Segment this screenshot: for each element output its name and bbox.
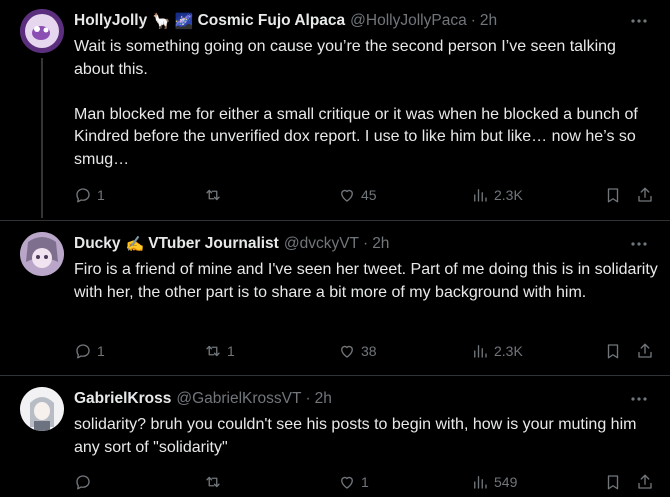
tweet-header: GabrielKross @GabrielKrossVT · 2h — [74, 389, 332, 409]
tweet-paragraph: Man blocked me for either a small critiq… — [74, 105, 638, 168]
retweet-icon — [206, 189, 220, 201]
more-icon[interactable] — [630, 235, 648, 253]
reply-button[interactable]: 1 — [74, 340, 105, 362]
avatar[interactable] — [20, 387, 64, 431]
tweet-paragraph-blank — [74, 81, 659, 104]
tweet-paragraph: solidarity? bruh you couldn't see his po… — [74, 416, 637, 456]
more-icon[interactable] — [630, 12, 648, 30]
like-icon — [341, 476, 353, 489]
reply-button[interactable]: 1 — [74, 184, 105, 206]
reply-count: 1 — [97, 343, 105, 359]
tweet[interactable]: GabrielKross @GabrielKrossVT · 2h solida… — [0, 375, 670, 497]
llama-emoji: 🦙 — [152, 13, 171, 30]
retweet-count: 1 — [227, 343, 235, 359]
share-icon — [638, 343, 652, 358]
view-count: 2.3K — [494, 187, 523, 203]
retweet-icon — [206, 476, 220, 488]
views-icon — [474, 476, 487, 489]
tweet-text: Firo is a friend of mine and I've seen h… — [74, 259, 659, 304]
like-count: 1 — [361, 474, 369, 490]
bookmark-icon — [607, 188, 619, 203]
separator-dot: · — [305, 390, 311, 407]
user-handle[interactable]: @HollyJollyPaca — [350, 12, 467, 30]
reply-icon — [76, 344, 90, 359]
thread-line — [41, 58, 43, 218]
like-icon — [341, 345, 353, 358]
user-handle[interactable]: @GabrielKrossVT — [176, 390, 301, 408]
action-bar: 1 1 38 2.3K — [74, 340, 654, 362]
retweet-button[interactable] — [204, 184, 227, 206]
timestamp[interactable]: 2h — [315, 390, 332, 408]
retweet-button[interactable]: 1 — [204, 340, 235, 362]
more-icon[interactable] — [630, 390, 648, 408]
view-count: 2.3K — [494, 343, 523, 359]
like-button[interactable]: 1 — [338, 471, 369, 493]
retweet-button[interactable] — [204, 471, 227, 493]
tweet[interactable]: Ducky ✍ VTuber Journalist @dvckyVT · 2h … — [0, 220, 670, 375]
timestamp[interactable]: 2h — [480, 12, 497, 30]
avatar[interactable] — [20, 232, 64, 276]
action-bar: 1 549 — [74, 471, 654, 493]
tweet-text: Wait is something going on cause you’re … — [74, 36, 659, 171]
bookmark-icon — [607, 475, 619, 490]
like-button[interactable]: 38 — [338, 340, 377, 362]
share-icon — [638, 187, 652, 202]
tweet-paragraph: Firo is a friend of mine and I've seen h… — [74, 261, 658, 301]
share-button[interactable] — [636, 340, 654, 362]
views-icon — [474, 345, 487, 358]
divider — [0, 220, 670, 221]
timestamp[interactable]: 2h — [372, 235, 389, 253]
tweet-paragraph: Wait is something going on cause you’re … — [74, 38, 616, 78]
avatar[interactable] — [20, 9, 64, 53]
divider — [0, 375, 670, 376]
bookmark-button[interactable] — [604, 340, 622, 362]
reply-button[interactable] — [74, 471, 97, 493]
writing-hand-emoji: ✍ — [125, 236, 145, 253]
view-count: 549 — [494, 474, 518, 490]
separator-dot: · — [363, 235, 369, 252]
views-button[interactable]: 549 — [471, 471, 517, 493]
reply-count: 1 — [97, 187, 105, 203]
views-icon — [474, 189, 487, 202]
views-button[interactable]: 2.3K — [471, 184, 523, 206]
user-handle[interactable]: @dvckyVT — [284, 235, 359, 253]
like-count: 38 — [361, 343, 377, 359]
action-bar: 1 45 2.3K — [74, 184, 654, 206]
share-button[interactable] — [636, 184, 654, 206]
share-icon — [638, 474, 652, 489]
display-name[interactable]: GabrielKross — [74, 390, 171, 408]
like-count: 45 — [361, 187, 377, 203]
separator-dot: · — [470, 12, 476, 29]
tweet[interactable]: HollyJolly 🦙 🌌 Cosmic Fujo Alpaca @Holly… — [0, 0, 670, 220]
tweet-header: Ducky ✍ VTuber Journalist @dvckyVT · 2h — [74, 234, 389, 254]
share-button[interactable] — [636, 471, 654, 493]
galaxy-emoji: 🌌 — [174, 13, 194, 30]
tweet-text: solidarity? bruh you couldn't see his po… — [74, 414, 659, 459]
display-name-suffix[interactable]: VTuber Journalist — [148, 235, 279, 253]
bookmark-icon — [607, 344, 619, 359]
views-button[interactable]: 2.3K — [471, 340, 523, 362]
tweet-header: HollyJolly 🦙 🌌 Cosmic Fujo Alpaca @Holly… — [74, 11, 497, 31]
display-name[interactable]: HollyJolly — [74, 12, 147, 30]
reply-icon — [76, 188, 90, 203]
retweet-icon — [206, 345, 220, 357]
reply-icon — [76, 475, 90, 490]
display-name[interactable]: Ducky — [74, 235, 121, 253]
display-name-suffix[interactable]: Cosmic Fujo Alpaca — [198, 12, 346, 30]
bookmark-button[interactable] — [604, 471, 622, 493]
bookmark-button[interactable] — [604, 184, 622, 206]
like-icon — [341, 189, 353, 202]
like-button[interactable]: 45 — [338, 184, 377, 206]
